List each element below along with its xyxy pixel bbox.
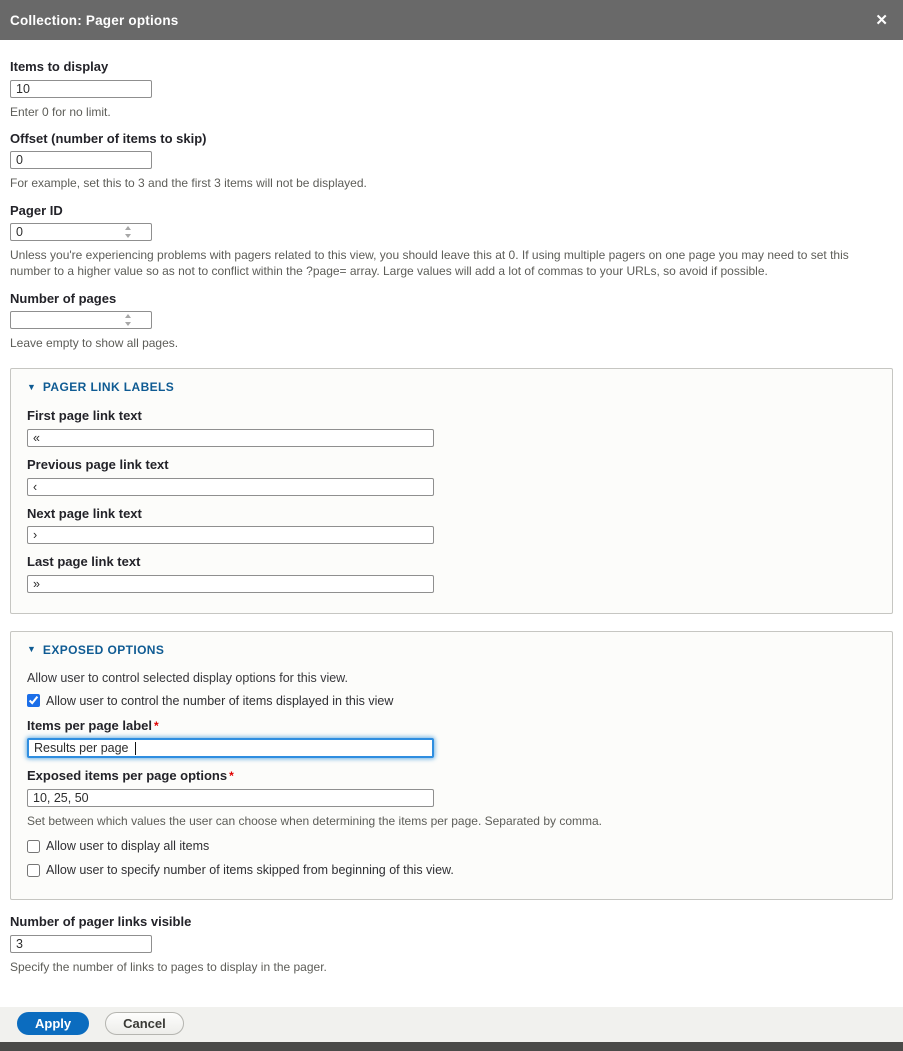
last-page-link-input[interactable]: [27, 575, 434, 593]
required-marker: *: [229, 769, 234, 783]
exposed-options-legend-text: EXPOSED OPTIONS: [43, 643, 164, 657]
required-marker: *: [154, 719, 159, 733]
pager-links-visible-label: Number of pager links visible: [10, 914, 893, 930]
page-background-strip: [0, 1042, 903, 1051]
display-all-checkbox-row: Allow user to display all items: [27, 839, 876, 853]
text-caret: [135, 742, 136, 755]
collapse-arrow-icon: ▼: [27, 383, 36, 392]
number-of-pages-description: Leave empty to show all pages.: [10, 335, 890, 351]
field-next-page-link-text: Next page link text: [27, 506, 876, 545]
first-page-link-input[interactable]: [27, 429, 434, 447]
exposed-options-fieldset: ▼ EXPOSED OPTIONS Allow user to control …: [10, 631, 893, 900]
field-exposed-items-options: Exposed items per page options* Set betw…: [27, 768, 876, 829]
exposed-items-options-label: Exposed items per page options*: [27, 768, 876, 784]
control-items-checkbox-label[interactable]: Allow user to control the number of item…: [46, 694, 393, 708]
pager-link-labels-fieldset: ▼ PAGER LINK LABELS First page link text…: [10, 368, 893, 613]
pager-link-labels-legend-text: PAGER LINK LABELS: [43, 380, 174, 394]
skip-items-checkbox-row: Allow user to specify number of items sk…: [27, 863, 876, 877]
exposed-options-description: Allow user to control selected display o…: [27, 671, 876, 685]
previous-page-link-label: Previous page link text: [27, 457, 876, 473]
display-all-checkbox-label[interactable]: Allow user to display all items: [46, 839, 209, 853]
pager-links-visible-description: Specify the number of links to pages to …: [10, 959, 890, 975]
close-icon[interactable]: ✕: [872, 11, 891, 30]
pager-link-labels-legend[interactable]: ▼ PAGER LINK LABELS: [27, 380, 876, 394]
display-all-checkbox[interactable]: [27, 840, 40, 853]
skip-items-checkbox[interactable]: [27, 864, 40, 877]
items-per-page-label-input[interactable]: [27, 738, 434, 758]
apply-button[interactable]: Apply: [17, 1012, 89, 1035]
field-items-per-page-label: Items per page label*: [27, 718, 876, 759]
last-page-link-label: Last page link text: [27, 554, 876, 570]
dialog-titlebar: Collection: Pager options ✕: [0, 0, 903, 40]
field-pager-id: Pager ID Unless you're experiencing prob…: [10, 203, 893, 280]
field-last-page-link-text: Last page link text: [27, 554, 876, 593]
field-offset: Offset (number of items to skip) For exa…: [10, 131, 893, 192]
offset-description: For example, set this to 3 and the first…: [10, 175, 890, 191]
control-items-checkbox[interactable]: [27, 694, 40, 707]
field-first-page-link-text: First page link text: [27, 408, 876, 447]
items-per-page-label-label: Items per page label*: [27, 718, 876, 734]
next-page-link-label: Next page link text: [27, 506, 876, 522]
exposed-options-legend[interactable]: ▼ EXPOSED OPTIONS: [27, 643, 876, 657]
pager-id-description: Unless you're experiencing problems with…: [10, 247, 890, 279]
first-page-link-label: First page link text: [27, 408, 876, 424]
number-of-pages-input[interactable]: [10, 311, 152, 329]
field-previous-page-link-text: Previous page link text: [27, 457, 876, 496]
previous-page-link-input[interactable]: [27, 478, 434, 496]
cancel-button[interactable]: Cancel: [105, 1012, 184, 1035]
items-to-display-label: Items to display: [10, 59, 893, 75]
items-to-display-description: Enter 0 for no limit.: [10, 104, 890, 120]
pager-links-visible-input[interactable]: [10, 935, 152, 953]
field-items-to-display: Items to display Enter 0 for no limit.: [10, 59, 893, 120]
exposed-items-options-description: Set between which values the user can ch…: [27, 813, 876, 829]
offset-input[interactable]: [10, 151, 152, 169]
pager-id-label: Pager ID: [10, 203, 893, 219]
pager-id-input[interactable]: [10, 223, 152, 241]
number-of-pages-label: Number of pages: [10, 291, 893, 307]
skip-items-checkbox-label[interactable]: Allow user to specify number of items sk…: [46, 863, 454, 877]
exposed-items-options-input[interactable]: [27, 789, 434, 807]
field-pager-links-visible: Number of pager links visible Specify th…: [10, 914, 893, 975]
dialog-title: Collection: Pager options: [10, 13, 179, 28]
offset-label: Offset (number of items to skip): [10, 131, 893, 147]
pager-options-dialog: Collection: Pager options ✕ Items to dis…: [0, 0, 903, 920]
dialog-footer: Apply Cancel: [0, 1007, 903, 1042]
next-page-link-input[interactable]: [27, 526, 434, 544]
collapse-arrow-icon: ▼: [27, 645, 36, 654]
field-number-of-pages: Number of pages Leave empty to show all …: [10, 291, 893, 352]
items-to-display-input[interactable]: [10, 80, 152, 98]
dialog-content: Items to display Enter 0 for no limit. O…: [0, 40, 903, 986]
control-items-checkbox-row: Allow user to control the number of item…: [27, 694, 876, 708]
